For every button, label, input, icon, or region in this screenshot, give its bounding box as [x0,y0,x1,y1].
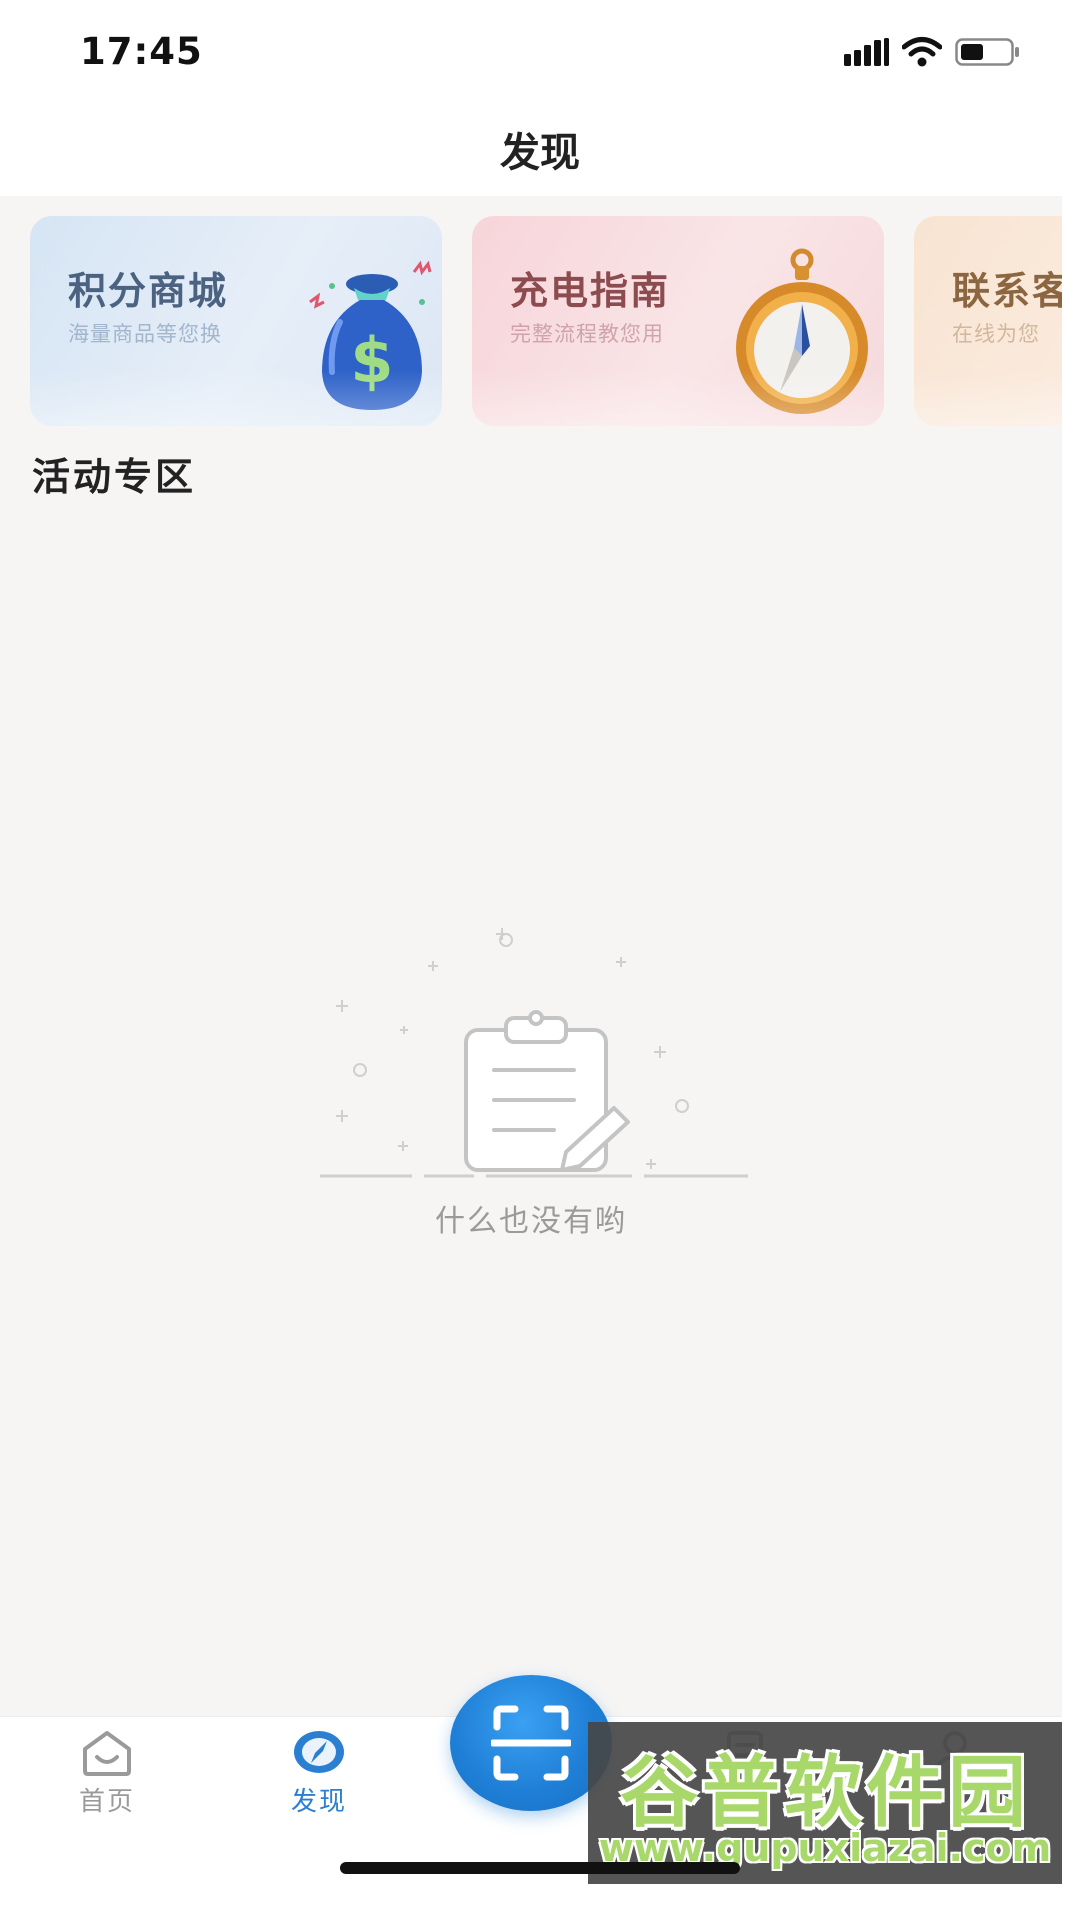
nav-header: 发现 [0,100,1080,196]
status-time: 17:45 [80,30,203,73]
wifi-icon [902,37,942,67]
scan-icon [491,1705,571,1781]
signal-icon [844,38,889,66]
home-indicator[interactable] [340,1862,740,1874]
tab-label: 发现 [290,1787,347,1817]
card-subtitle: 在线为您 [952,322,1040,346]
contact-service-card[interactable]: 联系客 在线为您 [914,216,1062,426]
card-shine [472,370,884,426]
tab-label: 首页 [78,1787,135,1817]
tab-discover[interactable]: 发现 [254,1727,384,1837]
watermark: 谷普软件园 www.gupuxiazai.com [588,1722,1062,1884]
status-bar: 17:45 [0,0,1080,100]
page-title: 发现 [500,130,580,176]
battery-icon [955,38,1019,66]
card-title: 充电指南 [510,269,671,313]
tab-home[interactable]: 首页 [42,1727,172,1837]
home-icon [83,1731,131,1776]
card-shine [914,370,1062,426]
charging-guide-card[interactable]: 充电指南 完整流程教您用 [472,216,884,426]
compass-icon [294,1731,344,1773]
empty-state-message: 什么也没有哟 [435,1204,627,1239]
empty-clipboard-icon [320,928,748,1178]
right-edge-strip [1062,100,1080,1920]
card-subtitle: 海量商品等您换 [68,322,222,346]
card-shine [30,370,442,426]
card-title: 积分商城 [68,269,229,313]
feature-cards: 积分商城 海量商品等您换 $ 充电指南 完整流程教您用 联系客 在线为您 [0,216,1062,430]
section-title: 活动专区 [32,455,197,499]
card-title: 联系客 [952,269,1062,313]
discover-page: 17:45 发现 积分商城 海量商品等您换 $ 充电指南 完整流程教您用 联系客… [0,0,1080,1920]
card-subtitle: 完整流程教您用 [510,322,664,346]
points-mall-card[interactable]: 积分商城 海量商品等您换 $ [30,216,442,426]
